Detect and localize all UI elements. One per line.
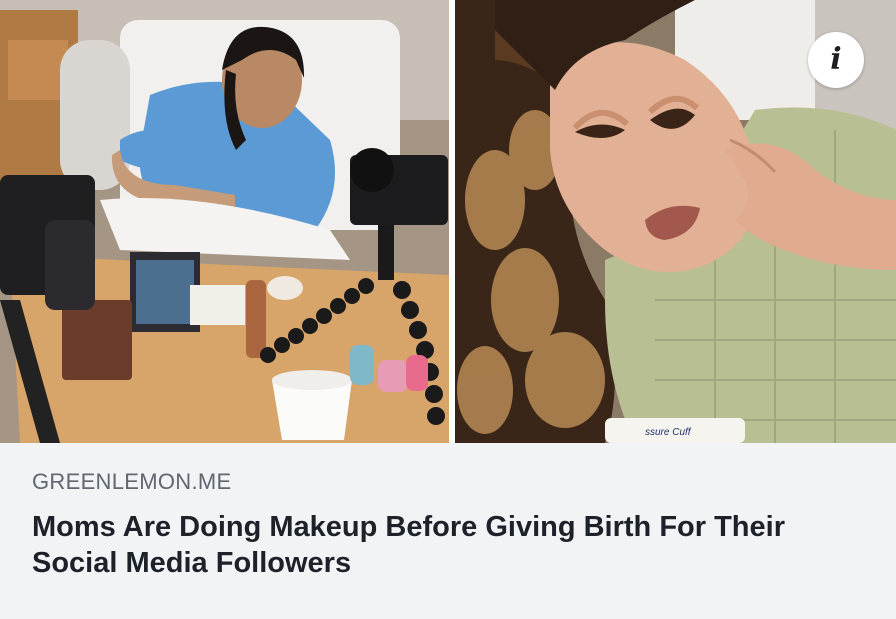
left-photo <box>0 0 449 443</box>
link-preview-card[interactable]: ssure Cuff i GREENLEMON.ME Moms Are Doin… <box>0 0 896 619</box>
gown-label-text: ssure Cuff <box>645 427 692 438</box>
preview-image-area[interactable]: ssure Cuff i <box>0 0 896 443</box>
info-button[interactable]: i <box>808 32 864 88</box>
info-icon: i <box>830 42 842 77</box>
article-headline[interactable]: Moms Are Doing Makeup Before Giving Birt… <box>32 509 832 581</box>
source-domain: GREENLEMON.ME <box>32 469 232 494</box>
left-photo-illustration <box>0 0 449 443</box>
link-caption[interactable]: GREENLEMON.ME Moms Are Doing Makeup Befo… <box>0 443 896 619</box>
